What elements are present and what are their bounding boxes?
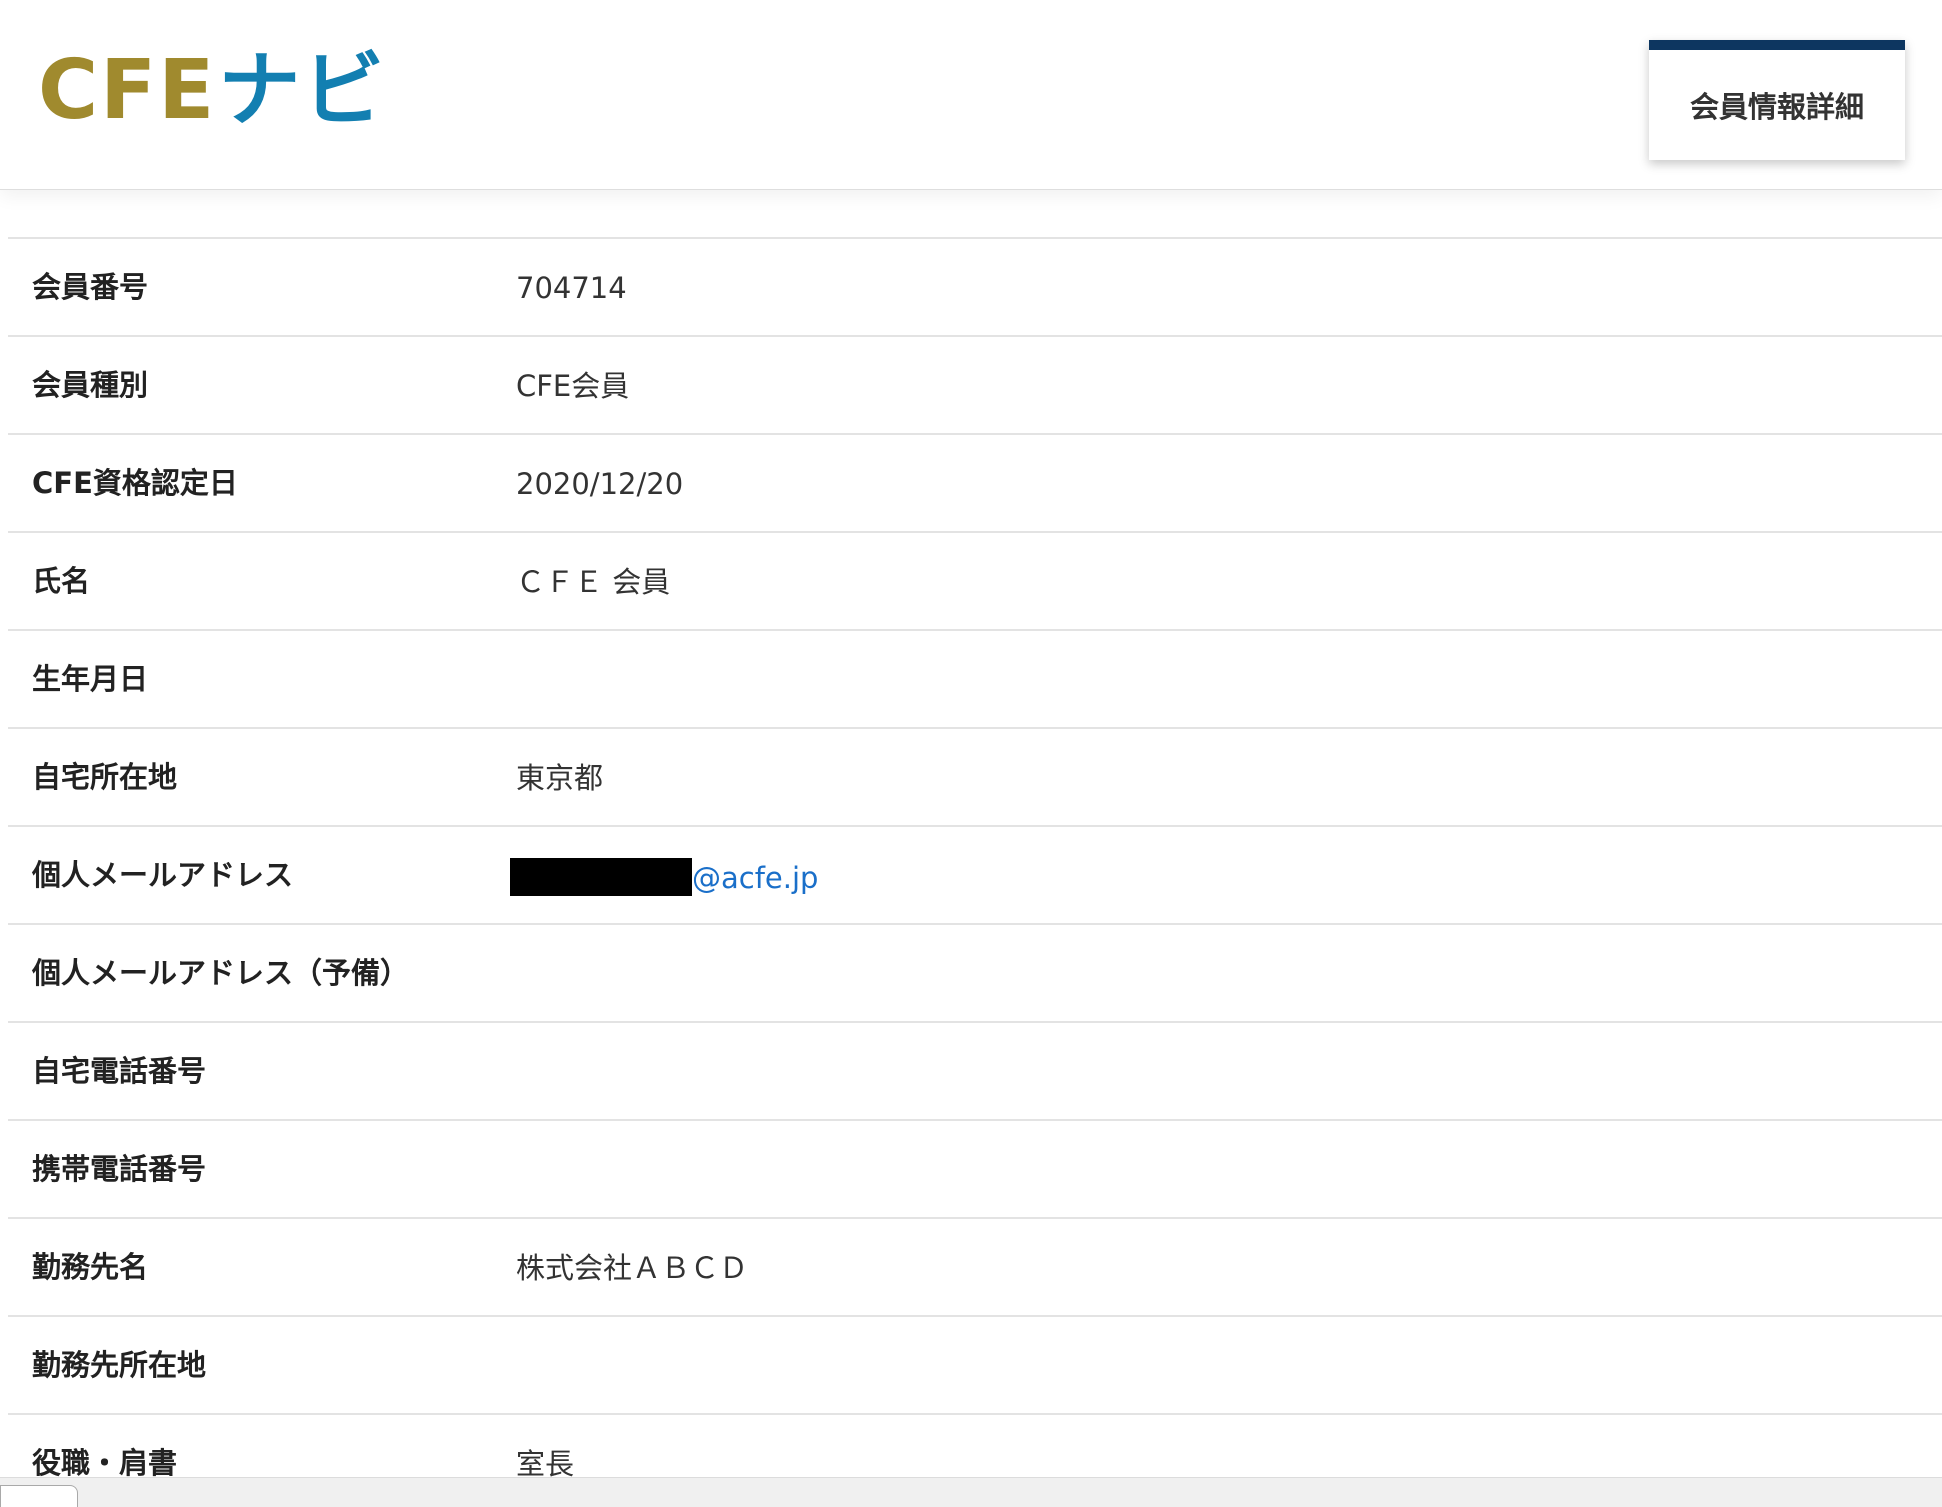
value-home-address: 東京都 bbox=[516, 761, 604, 795]
tab-member-info-detail-label: 会員情報詳細 bbox=[1689, 90, 1864, 124]
label-member-number: 会員番号 bbox=[32, 270, 149, 304]
label-home-phone: 自宅電話番号 bbox=[32, 1054, 207, 1088]
label-birth-date: 生年月日 bbox=[32, 662, 149, 696]
detail-row-personal-email: 個人メールアドレス @acfe.jp bbox=[8, 827, 1942, 925]
horizontal-scrollbar-area[interactable] bbox=[0, 1477, 1942, 1507]
detail-row-birth-date: 生年月日 bbox=[8, 631, 1942, 729]
cfe-navi-logo[interactable]: CFE ナビ bbox=[38, 46, 386, 136]
detail-row-name: 氏名 ＣＦＥ 会員 bbox=[8, 533, 1942, 631]
page: CFE ナビ 会員情報詳細 会員番号 704714 会員種別 CFE会員 CFE資… bbox=[0, 0, 1942, 1507]
bottom-edge-tab[interactable] bbox=[0, 1485, 78, 1507]
value-name: ＣＦＥ 会員 bbox=[516, 565, 671, 599]
label-member-type: 会員種別 bbox=[32, 368, 149, 402]
redaction-block bbox=[510, 858, 692, 896]
value-member-type: CFE会員 bbox=[516, 369, 630, 403]
detail-row-employer-name: 勤務先名 株式会社ＡＢＣＤ bbox=[8, 1219, 1942, 1317]
site-header: CFE ナビ 会員情報詳細 bbox=[0, 0, 1942, 190]
label-employer-name: 勤務先名 bbox=[32, 1250, 149, 1284]
detail-row-member-number: 会員番号 704714 bbox=[8, 239, 1942, 337]
detail-row-mobile-phone: 携帯電話番号 bbox=[8, 1121, 1942, 1219]
value-member-number: 704714 bbox=[516, 271, 627, 305]
detail-row-employer-address: 勤務先所在地 bbox=[8, 1317, 1942, 1415]
value-personal-email: @acfe.jp bbox=[510, 827, 818, 923]
label-name: 氏名 bbox=[32, 564, 91, 598]
label-personal-email-spare: 個人メールアドレス（予備） bbox=[32, 956, 410, 990]
detail-row-certification-date: CFE資格認定日 2020/12/20 bbox=[8, 435, 1942, 533]
label-certification-date: CFE資格認定日 bbox=[32, 466, 238, 500]
label-mobile-phone: 携帯電話番号 bbox=[32, 1152, 207, 1186]
detail-row-personal-email-spare: 個人メールアドレス（予備） bbox=[8, 925, 1942, 1023]
label-personal-email: 個人メールアドレス bbox=[32, 858, 294, 892]
logo-text-cfe: CFE bbox=[38, 43, 217, 138]
value-employer-name: 株式会社ＡＢＣＤ bbox=[516, 1251, 749, 1285]
detail-row-home-phone: 自宅電話番号 bbox=[8, 1023, 1942, 1121]
personal-email-link[interactable]: @acfe.jp bbox=[692, 861, 818, 895]
detail-row-home-address: 自宅所在地 東京都 bbox=[8, 729, 1942, 827]
member-detail-table: 会員番号 704714 会員種別 CFE会員 CFE資格認定日 2020/12/… bbox=[8, 237, 1942, 1507]
label-employer-address: 勤務先所在地 bbox=[32, 1348, 207, 1382]
detail-row-member-type: 会員種別 CFE会員 bbox=[8, 337, 1942, 435]
tab-member-info-detail[interactable]: 会員情報詳細 bbox=[1649, 40, 1905, 160]
logo-text-navi: ナビ bbox=[218, 43, 387, 138]
label-home-address: 自宅所在地 bbox=[32, 760, 178, 794]
value-certification-date: 2020/12/20 bbox=[516, 467, 684, 501]
